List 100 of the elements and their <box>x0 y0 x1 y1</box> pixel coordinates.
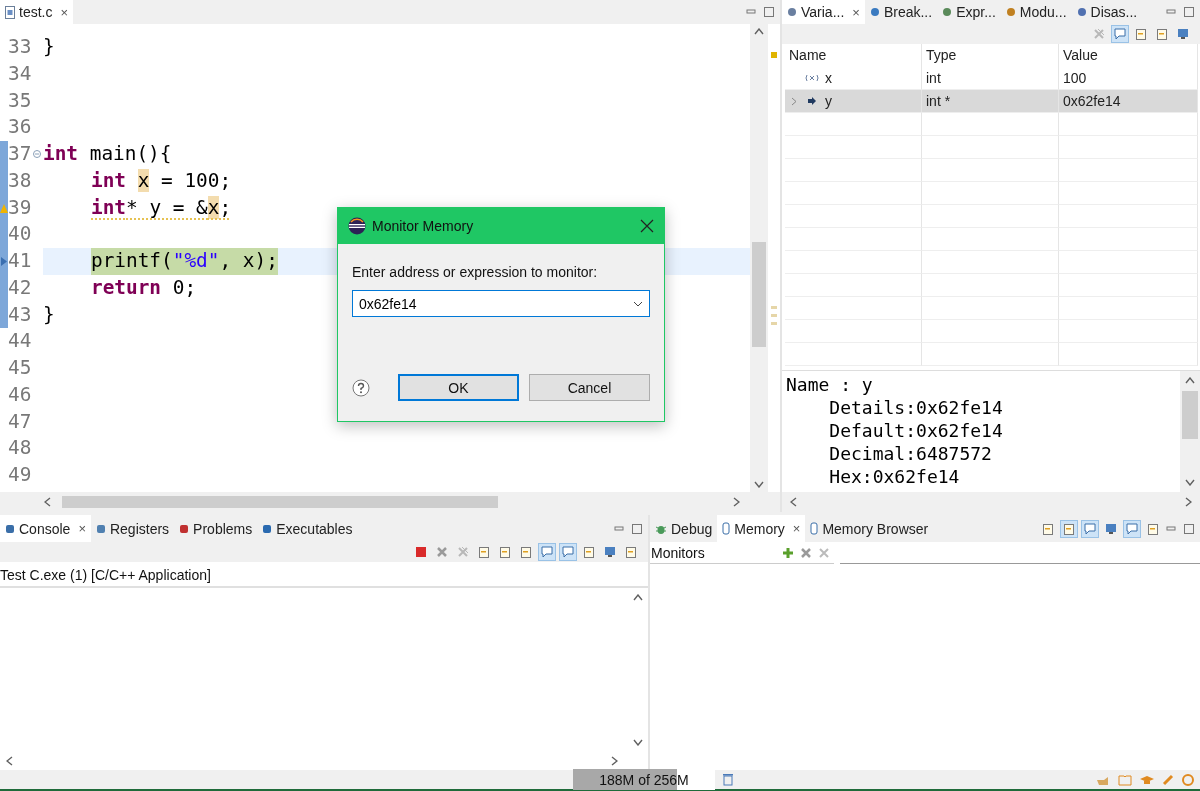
overview-marker-icon <box>771 306 777 325</box>
minimize-icon[interactable] <box>746 7 756 17</box>
view-icon <box>95 523 106 534</box>
scroll-right-icon[interactable] <box>1185 497 1192 507</box>
c-file-icon[interactable] <box>5 5 15 19</box>
maximize-icon[interactable] <box>1184 7 1194 17</box>
toolbar-button[interactable] <box>1111 25 1129 43</box>
scrollbar-thumb[interactable] <box>752 242 766 347</box>
code-line: int main(){ <box>43 141 172 167</box>
code-line: } <box>43 34 55 60</box>
scrollbar-thumb[interactable] <box>62 496 498 508</box>
toolbar-button[interactable] <box>538 543 556 561</box>
view-tab[interactable]: Memory × <box>717 515 806 542</box>
address-combo-field[interactable]: 0x62fe14 <box>352 290 650 317</box>
detail-line: Default:0x62fe14 <box>828 419 1004 442</box>
table-cell[interactable]: y <box>785 90 922 113</box>
horizontal-scrollbar[interactable] <box>782 492 1200 512</box>
variable-icon <box>805 74 819 82</box>
trash-icon[interactable] <box>723 773 733 786</box>
view-tab[interactable]: Debug <box>650 515 718 542</box>
view-tab[interactable]: Console × <box>0 515 91 542</box>
add-icon[interactable] <box>782 546 794 559</box>
view-icon <box>179 523 190 534</box>
view-tab[interactable]: Executables <box>257 515 358 542</box>
line-number: 35 <box>8 87 33 114</box>
view-tab[interactable]: Break... <box>864 0 938 24</box>
table-cell[interactable]: x <box>785 67 922 90</box>
vertical-scrollbar[interactable] <box>1180 371 1200 492</box>
close-icon[interactable]: × <box>792 521 801 536</box>
view-tab[interactable]: Disas... <box>1071 0 1143 24</box>
scroll-left-icon[interactable] <box>790 497 797 507</box>
remove-icon <box>436 546 448 558</box>
code-line: return 0; <box>91 274 197 301</box>
document-icon <box>583 546 595 558</box>
view-icon <box>5 523 15 534</box>
close-icon[interactable] <box>640 219 654 233</box>
remove-icon[interactable] <box>800 546 812 559</box>
help-icon[interactable] <box>352 378 370 397</box>
graduation-cap-icon[interactable] <box>1140 773 1154 786</box>
maximize-icon[interactable] <box>632 523 642 534</box>
expand-icon[interactable] <box>791 96 797 106</box>
toolbar-button[interactable] <box>1081 519 1099 538</box>
scroll-down-icon[interactable] <box>754 481 764 488</box>
eclipse-icon <box>348 217 366 235</box>
view-tab[interactable]: Problems <box>174 515 258 542</box>
view-tab[interactable]: Expr... <box>937 0 1001 24</box>
horizontal-scrollbar[interactable] <box>0 492 780 512</box>
line-number: 36 <box>8 114 33 141</box>
cancel-button[interactable]: Cancel <box>528 374 650 401</box>
toolbar-button[interactable] <box>1123 519 1141 538</box>
line-number: 41 <box>8 248 33 274</box>
toolbar-button[interactable] <box>559 543 577 561</box>
scroll-up-icon[interactable] <box>1185 377 1195 384</box>
lifebuoy-icon[interactable] <box>1182 773 1194 786</box>
scroll-up-icon[interactable] <box>633 594 643 601</box>
view-tab[interactable]: Registers <box>90 515 175 542</box>
document-icon <box>499 546 511 558</box>
document-icon <box>1063 522 1075 535</box>
scroll-down-icon[interactable] <box>1185 479 1195 486</box>
document-icon <box>1156 28 1168 40</box>
view-tab[interactable]: Varia... × <box>782 0 865 24</box>
line-number: 42 <box>8 274 33 301</box>
monitors-label: Monitors <box>651 544 705 561</box>
minimize-icon[interactable] <box>1166 523 1176 534</box>
maximize-icon[interactable] <box>764 7 774 17</box>
scroll-left-icon[interactable] <box>6 756 13 766</box>
code-line: int x = 100; <box>91 167 232 194</box>
minimize-icon[interactable] <box>614 523 624 534</box>
detail-line: Decimal:6487572 <box>828 442 993 465</box>
scrollbar-thumb[interactable] <box>1182 391 1198 439</box>
view-tab[interactable]: Modu... <box>1000 0 1072 24</box>
ok-button[interactable]: OK <box>397 374 519 401</box>
close-icon[interactable]: × <box>852 4 860 20</box>
remove-all-icon <box>457 546 469 558</box>
overview-marker-icon <box>771 52 777 58</box>
code-line: } <box>43 301 55 328</box>
dropdown-caret-icon[interactable] <box>633 300 643 307</box>
editor-tab[interactable]: test.c × <box>0 0 74 24</box>
line-number: 44 <box>8 328 33 355</box>
close-icon[interactable]: × <box>60 4 69 20</box>
close-icon[interactable]: × <box>78 521 86 536</box>
pencil-icon[interactable] <box>1162 773 1174 786</box>
scroll-right-icon[interactable] <box>611 756 618 766</box>
fold-icon[interactable] <box>33 150 41 159</box>
scroll-up-icon[interactable] <box>754 28 764 35</box>
monitor-icon <box>604 546 616 558</box>
scroll-down-icon[interactable] <box>633 739 643 746</box>
minimize-icon[interactable] <box>1166 7 1176 17</box>
code-line: int* y = &x; <box>91 194 232 221</box>
toolbar-button[interactable] <box>1060 519 1078 538</box>
view-icon <box>787 7 797 17</box>
document-icon <box>1042 522 1054 535</box>
speech-bubble-icon <box>1114 28 1126 40</box>
scroll-left-icon[interactable] <box>44 497 51 507</box>
scroll-right-icon[interactable] <box>733 497 740 507</box>
view-tab[interactable]: Memory Browser <box>805 515 934 542</box>
speech-bubble-icon <box>1084 522 1096 535</box>
view-icon <box>262 523 273 534</box>
maximize-icon[interactable] <box>1184 523 1194 534</box>
line-number: 45 <box>8 355 33 381</box>
